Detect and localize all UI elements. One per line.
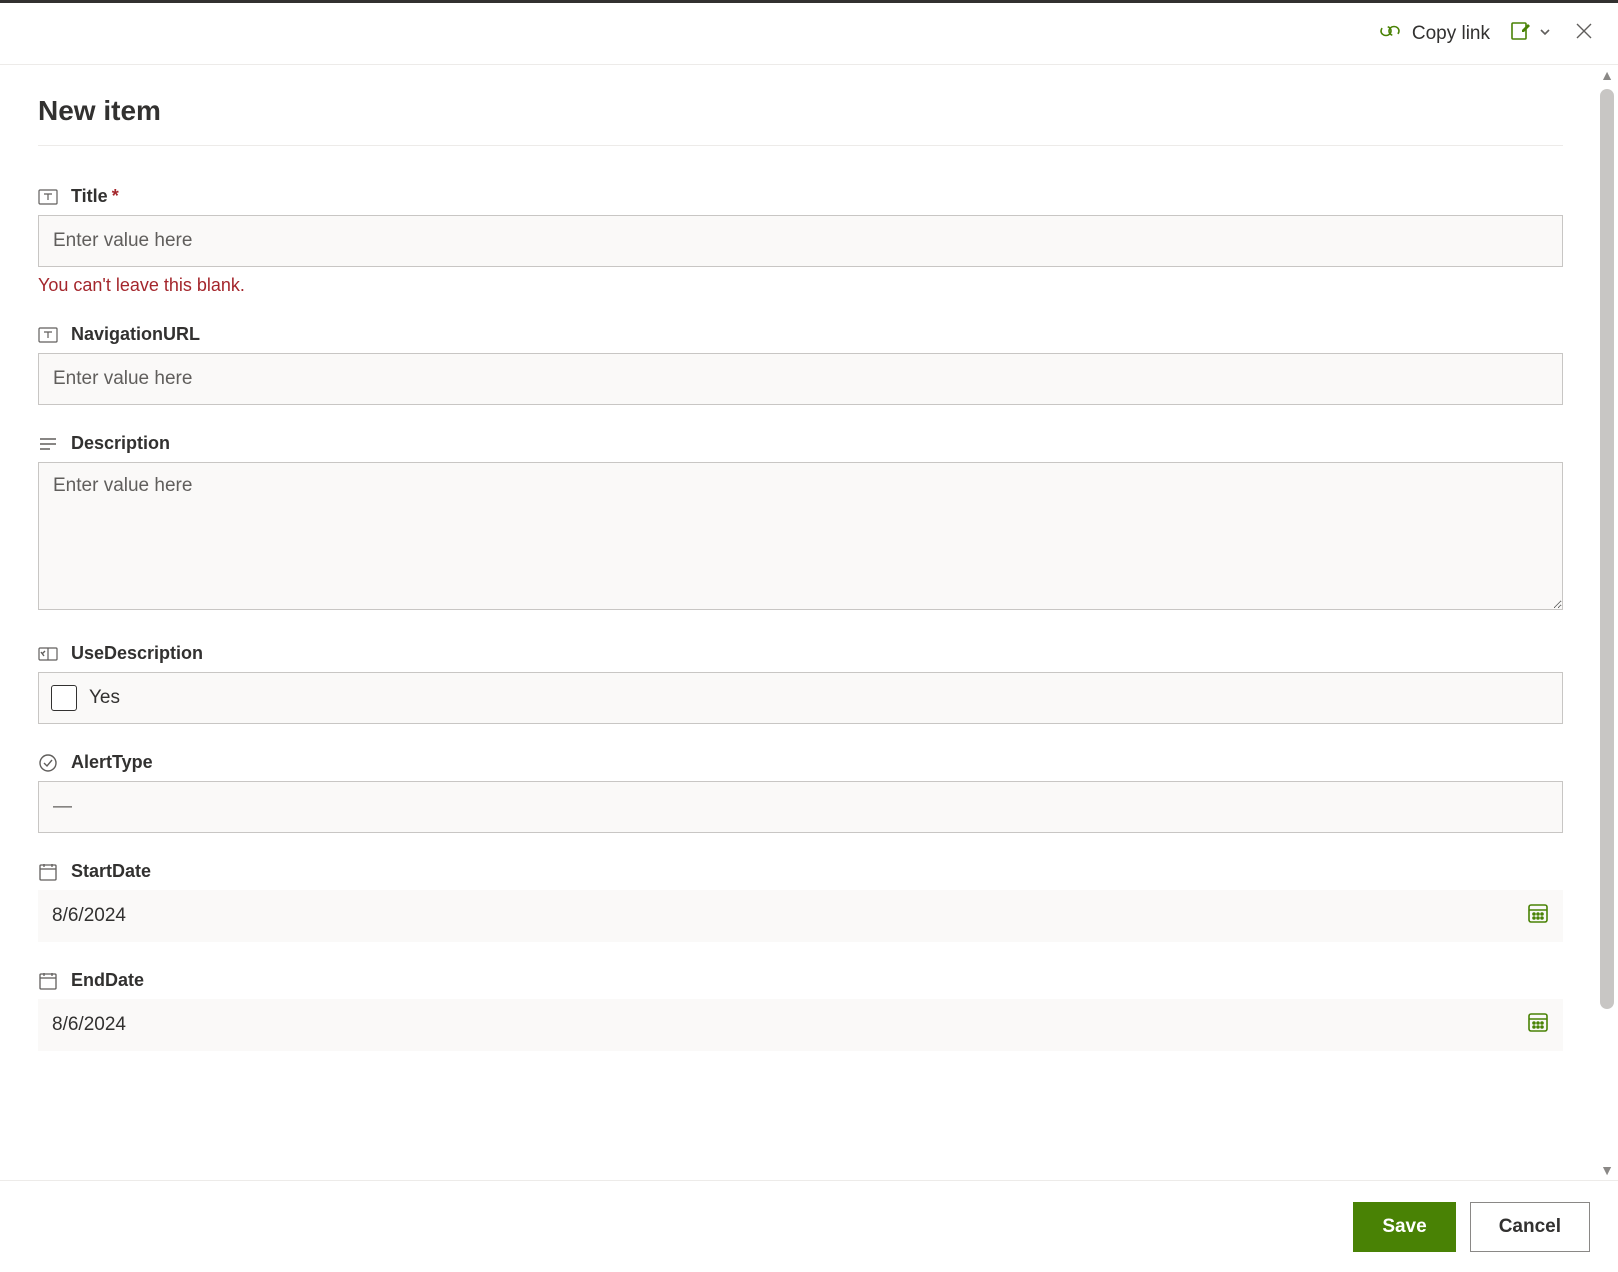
- title-label: Title*: [71, 186, 119, 207]
- use-description-checkbox[interactable]: [51, 685, 77, 711]
- multiline-text-icon: [38, 434, 58, 454]
- calendar-icon[interactable]: [1527, 1011, 1549, 1039]
- chevron-down-icon: [1538, 25, 1552, 42]
- edit-form-dropdown[interactable]: [1508, 19, 1552, 48]
- field-alert-type: AlertType —: [38, 752, 1563, 833]
- cancel-button[interactable]: Cancel: [1470, 1202, 1590, 1252]
- description-input[interactable]: [38, 462, 1563, 610]
- title-divider: [38, 145, 1563, 146]
- end-date-value: 8/6/2024: [52, 1014, 126, 1036]
- scroll-up-arrow-icon[interactable]: ▲: [1600, 65, 1614, 85]
- title-input[interactable]: [38, 215, 1563, 267]
- scroll-down-arrow-icon[interactable]: ▼: [1600, 1160, 1614, 1180]
- field-label-row: AlertType: [38, 752, 1563, 773]
- use-description-checkbox-row[interactable]: Yes: [38, 672, 1563, 724]
- field-label-row: Description: [38, 433, 1563, 454]
- save-button[interactable]: Save: [1353, 1202, 1455, 1252]
- field-title: Title* You can't leave this blank.: [38, 186, 1563, 296]
- navigation-url-input[interactable]: [38, 353, 1563, 405]
- choice-icon: [38, 753, 58, 773]
- close-button[interactable]: [1570, 17, 1598, 50]
- end-date-label: EndDate: [71, 970, 144, 991]
- start-date-value: 8/6/2024: [52, 905, 126, 927]
- field-label-row: StartDate: [38, 861, 1563, 882]
- required-mark: *: [112, 186, 119, 206]
- field-navigation-url: NavigationURL: [38, 324, 1563, 405]
- text-field-icon: [38, 325, 58, 345]
- date-icon: [38, 971, 58, 991]
- start-date-label: StartDate: [71, 861, 151, 882]
- field-label-row: Title*: [38, 186, 1563, 207]
- scroll-thumb[interactable]: [1600, 89, 1614, 1009]
- field-start-date: StartDate 8/6/2024: [38, 861, 1563, 942]
- link-icon: [1378, 19, 1402, 49]
- copy-link-button[interactable]: Copy link: [1378, 19, 1490, 49]
- alert-type-select[interactable]: —: [38, 781, 1563, 833]
- field-description: Description: [38, 433, 1563, 615]
- panel-footer: Save Cancel: [0, 1180, 1618, 1272]
- use-description-option-label: Yes: [89, 687, 120, 709]
- panel-header: Copy link: [0, 3, 1618, 65]
- date-icon: [38, 862, 58, 882]
- field-label-row: EndDate: [38, 970, 1563, 991]
- close-icon: [1574, 28, 1594, 45]
- scrollbar[interactable]: ▲ ▼: [1596, 65, 1618, 1180]
- yesno-icon: [38, 644, 58, 664]
- field-use-description: UseDescription Yes: [38, 643, 1563, 724]
- alert-type-value: —: [53, 796, 72, 818]
- field-label-row: UseDescription: [38, 643, 1563, 664]
- end-date-input[interactable]: 8/6/2024: [38, 999, 1563, 1051]
- use-description-label: UseDescription: [71, 643, 203, 664]
- alert-type-label: AlertType: [71, 752, 153, 773]
- title-error-text: You can't leave this blank.: [38, 275, 1563, 296]
- form-content: New item Title* You can't leave this bla…: [0, 65, 1618, 1180]
- copy-link-label: Copy link: [1412, 23, 1490, 45]
- description-label: Description: [71, 433, 170, 454]
- calendar-icon[interactable]: [1527, 902, 1549, 930]
- field-end-date: EndDate 8/6/2024: [38, 970, 1563, 1051]
- text-field-icon: [38, 187, 58, 207]
- edit-form-icon: [1508, 19, 1532, 48]
- field-label-row: NavigationURL: [38, 324, 1563, 345]
- page-title: New item: [38, 95, 1563, 127]
- start-date-input[interactable]: 8/6/2024: [38, 890, 1563, 942]
- navigation-url-label: NavigationURL: [71, 324, 200, 345]
